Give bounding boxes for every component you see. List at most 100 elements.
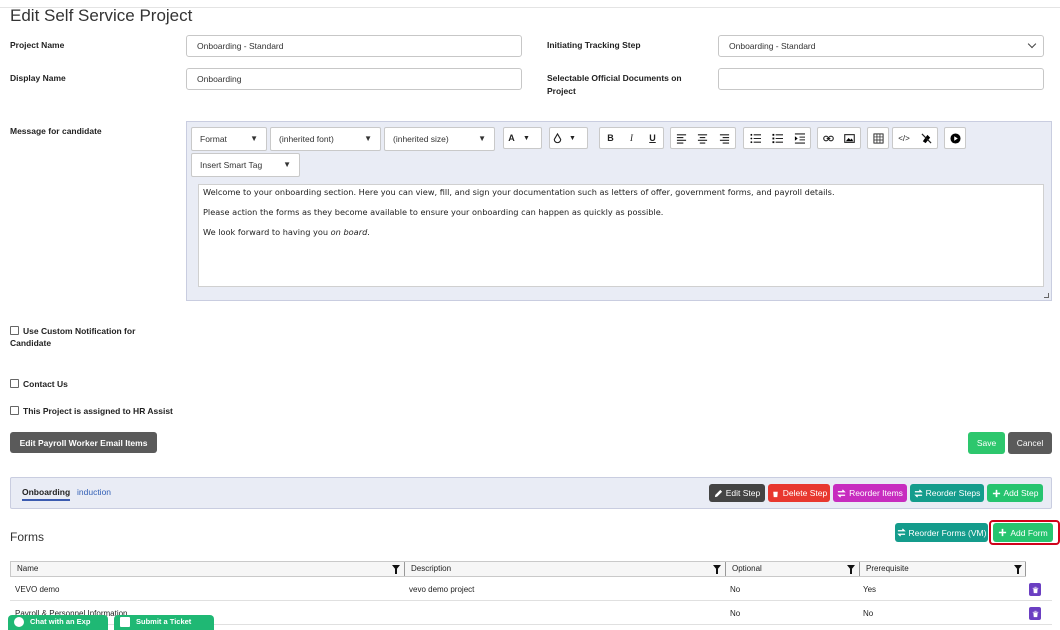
underline-icon[interactable]: U <box>642 128 663 148</box>
display-name-label: Display Name <box>10 73 66 83</box>
editor-content[interactable]: Welcome to your onboarding section. Here… <box>198 184 1044 287</box>
italic-icon[interactable]: I <box>621 128 642 148</box>
column-header-description[interactable]: Description <box>405 562 451 576</box>
column-divider <box>1025 562 1026 576</box>
forms-title: Forms <box>10 530 44 544</box>
reorder-items-button[interactable]: Reorder Items <box>833 484 907 502</box>
misc-group: </> <box>892 127 938 149</box>
text-color-icon[interactable]: A <box>504 128 519 148</box>
filter-icon[interactable] <box>392 565 400 574</box>
size-select-label: (inherited size) <box>393 134 449 144</box>
background-color-icon[interactable] <box>550 128 565 148</box>
caret-down-icon[interactable]: ▼ <box>565 128 580 148</box>
edit-step-label: Edit Step <box>725 488 761 498</box>
form-prerequisite: Yes <box>863 585 877 594</box>
tab-onboarding[interactable]: Onboarding <box>22 487 71 501</box>
selectable-docs-input[interactable] <box>718 68 1044 90</box>
smart-tag-label: Insert Smart Tag <box>200 160 263 170</box>
trash-icon <box>1032 586 1038 593</box>
hr-assist-label: This Project is assigned to HR Assist <box>23 406 173 416</box>
text-color-group: A ▼ <box>503 127 542 149</box>
form-prerequisite: No <box>863 609 874 618</box>
reorder-steps-label: Reorder Steps <box>925 488 981 498</box>
form-optional: No <box>730 585 741 594</box>
caret-down-icon: ▼ <box>283 160 291 169</box>
link-icon[interactable] <box>818 128 839 148</box>
delete-step-button[interactable]: Delete Step <box>768 484 830 502</box>
save-label: Save <box>976 438 997 448</box>
save-button[interactable]: Save <box>968 432 1005 454</box>
filter-icon[interactable] <box>1014 565 1022 574</box>
column-header-prerequisite[interactable]: Prerequisite <box>860 562 909 576</box>
project-name-label: Project Name <box>10 40 65 50</box>
message-label: Message for candidate <box>10 126 102 136</box>
editor-paragraph: Please action the forms as they become a… <box>203 207 664 217</box>
filter-icon[interactable] <box>713 565 721 574</box>
list-group <box>743 127 811 149</box>
clear-format-icon[interactable] <box>915 128 937 148</box>
custom-notification-label-line2: Candidate <box>10 338 52 348</box>
add-step-label: Add Step <box>1003 488 1039 498</box>
code-view-icon[interactable]: </> <box>893 128 915 148</box>
delete-form-button[interactable] <box>1029 583 1041 596</box>
align-center-icon[interactable] <box>692 128 713 148</box>
column-header-optional[interactable]: Optional <box>726 562 762 576</box>
trash-icon <box>772 489 778 497</box>
plus-icon <box>992 489 1000 497</box>
chat-icon <box>14 617 24 627</box>
edit-payroll-button[interactable]: Edit Payroll Worker Email Items <box>10 432 157 453</box>
submit-ticket-button[interactable]: Submit a Ticket <box>114 615 214 630</box>
delete-step-label: Delete Step <box>782 488 828 498</box>
reorder-steps-button[interactable]: Reorder Steps <box>910 484 984 502</box>
project-name-input[interactable]: Onboarding - Standard <box>186 35 522 57</box>
align-left-icon[interactable] <box>671 128 692 148</box>
resize-handle[interactable] <box>1044 293 1049 298</box>
caret-down-icon[interactable]: ▼ <box>519 128 534 148</box>
font-select[interactable]: (inherited font) ▼ <box>270 127 381 151</box>
image-icon[interactable] <box>839 128 860 148</box>
format-select[interactable]: Format ▼ <box>191 127 267 151</box>
caret-down-icon: ▼ <box>250 134 258 143</box>
numbered-list-icon[interactable] <box>766 128 788 148</box>
trash-icon <box>1032 610 1038 617</box>
edit-payroll-label: Edit Payroll Worker Email Items <box>19 437 148 448</box>
message-editor: Format ▼ (inherited font) ▼ (inherited s… <box>186 121 1052 301</box>
custom-notification-checkbox[interactable] <box>10 326 19 335</box>
initiating-step-select[interactable]: Onboarding - Standard <box>718 35 1044 57</box>
edit-step-button[interactable]: Edit Step <box>709 484 765 502</box>
background-color-group: ▼ <box>549 127 588 149</box>
table-icon[interactable] <box>868 128 888 148</box>
table-row[interactable]: VEVO demo vevo demo project No Yes <box>10 579 1052 601</box>
reorder-items-label: Reorder Items <box>849 488 903 498</box>
selectable-docs-label: Selectable Official Documents on Project <box>547 73 682 96</box>
caret-down-icon: ▼ <box>478 134 486 143</box>
display-name-input[interactable]: Onboarding <box>186 68 522 90</box>
cancel-button[interactable]: Cancel <box>1008 432 1052 454</box>
editor-paragraph: Welcome to your onboarding section. Here… <box>203 187 835 197</box>
smart-tag-select[interactable]: Insert Smart Tag ▼ <box>191 153 300 177</box>
align-right-icon[interactable] <box>714 128 735 148</box>
add-step-button[interactable]: Add Step <box>987 484 1043 502</box>
chevron-down-icon <box>1027 39 1037 49</box>
reorder-forms-button[interactable]: Reorder Forms (VM) <box>895 523 988 542</box>
tab-induction[interactable]: induction <box>77 487 111 497</box>
column-header-name[interactable]: Name <box>11 562 38 576</box>
bulleted-list-icon[interactable] <box>744 128 766 148</box>
editor-text: . <box>367 227 370 237</box>
editor-paragraph: We look forward to having you on board. <box>203 227 1039 238</box>
size-select[interactable]: (inherited size) ▼ <box>384 127 495 151</box>
bold-icon[interactable]: B <box>600 128 621 148</box>
contact-us-checkbox[interactable] <box>10 379 19 388</box>
video-icon[interactable] <box>945 128 965 148</box>
editor-text: We look forward to having you <box>203 227 331 237</box>
delete-form-button[interactable] <box>1029 607 1041 620</box>
indent-icon[interactable] <box>788 128 810 148</box>
align-group <box>670 127 736 149</box>
chat-button[interactable]: Chat with an Exp <box>8 615 108 630</box>
hr-assist-checkbox[interactable] <box>10 406 19 415</box>
contact-us-label: Contact Us <box>23 379 68 389</box>
chat-label: Chat with an Exp <box>30 617 91 626</box>
reorder-icon <box>837 488 846 498</box>
form-optional: No <box>730 609 741 618</box>
filter-icon[interactable] <box>847 565 855 574</box>
